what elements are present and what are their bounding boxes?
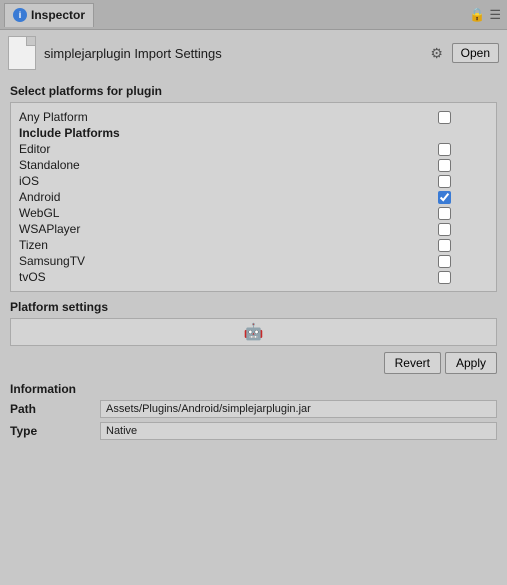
tab-bar: i Inspector 🔒 ☰ [0, 0, 507, 30]
platform-checkbox-wsaplayer[interactable] [438, 223, 451, 236]
platform-label-wsaplayer: WSAPlayer [19, 222, 428, 236]
platform-label-tizen: Tizen [19, 238, 428, 252]
inspector-tab[interactable]: i Inspector [4, 3, 94, 27]
any-platform-label: Any Platform [19, 110, 428, 124]
include-platforms-label: Include Platforms [19, 126, 488, 140]
platform-checkbox-tvos[interactable] [438, 271, 451, 284]
path-row: Path Assets/Plugins/Android/simplejarplu… [10, 400, 497, 418]
main-content: Select platforms for plugin Any Platform… [0, 74, 507, 450]
platform-checkbox-android[interactable] [438, 191, 451, 204]
revert-button[interactable]: Revert [384, 352, 441, 374]
platform-label-webgl: WebGL [19, 206, 428, 220]
information-title: Information [10, 382, 497, 396]
tab-actions: 🔒 ☰ [469, 7, 501, 23]
file-icon [8, 36, 36, 70]
platforms-panel: Any Platform Include Platforms Editor St… [10, 102, 497, 292]
type-value: Native [100, 422, 497, 440]
type-row: Type Native [10, 422, 497, 440]
path-value: Assets/Plugins/Android/simplejarplugin.j… [100, 400, 497, 418]
any-platform-checkbox-cell [428, 111, 488, 124]
any-platform-checkbox[interactable] [438, 111, 451, 124]
platform-label-samsungtv: SamsungTV [19, 254, 428, 268]
inspector-icon: i [13, 8, 27, 22]
platform-row-standalone: Standalone [19, 157, 488, 173]
include-platforms-heading: Include Platforms [19, 125, 488, 141]
platform-label-standalone: Standalone [19, 158, 428, 172]
platform-checkbox-samsungtv[interactable] [438, 255, 451, 268]
platform-label-editor: Editor [19, 142, 428, 156]
buttons-row: Revert Apply [10, 352, 497, 374]
lock-icon[interactable]: 🔒 [469, 7, 485, 23]
platform-row-tvos: tvOS [19, 269, 488, 285]
type-label: Type [10, 424, 100, 438]
platform-row-ios: iOS [19, 173, 488, 189]
information-section: Information Path Assets/Plugins/Android/… [10, 382, 497, 440]
platform-label-tvos: tvOS [19, 270, 428, 284]
platform-settings-bar: 🤖 [10, 318, 497, 346]
header-left: simplejarplugin Import Settings [8, 36, 222, 70]
header-area: simplejarplugin Import Settings ⚙ Open [0, 30, 507, 74]
platform-row-editor: Editor [19, 141, 488, 157]
platform-row-wsaplayer: WSAPlayer [19, 221, 488, 237]
header-title: simplejarplugin Import Settings [44, 46, 222, 61]
platform-row-android: Android [19, 189, 488, 205]
android-settings-icon: 🤖 [244, 322, 264, 342]
platform-row-webgl: WebGL [19, 205, 488, 221]
platform-checkbox-tizen[interactable] [438, 239, 451, 252]
inspector-tab-label: Inspector [31, 8, 85, 22]
platform-checkbox-webgl[interactable] [438, 207, 451, 220]
platform-checkbox-editor[interactable] [438, 143, 451, 156]
path-label: Path [10, 402, 100, 416]
platform-settings-title: Platform settings [10, 300, 497, 314]
apply-button[interactable]: Apply [445, 352, 497, 374]
any-platform-row: Any Platform [19, 109, 488, 125]
platform-label-ios: iOS [19, 174, 428, 188]
select-platforms-title: Select platforms for plugin [10, 84, 497, 98]
platform-label-android: Android [19, 190, 428, 204]
gear-button[interactable]: ⚙ [428, 44, 446, 62]
menu-icon[interactable]: ☰ [489, 7, 501, 23]
platform-checkbox-standalone[interactable] [438, 159, 451, 172]
platform-row-samsungtv: SamsungTV [19, 253, 488, 269]
platform-checkbox-ios[interactable] [438, 175, 451, 188]
open-button[interactable]: Open [452, 43, 499, 63]
platform-row-tizen: Tizen [19, 237, 488, 253]
